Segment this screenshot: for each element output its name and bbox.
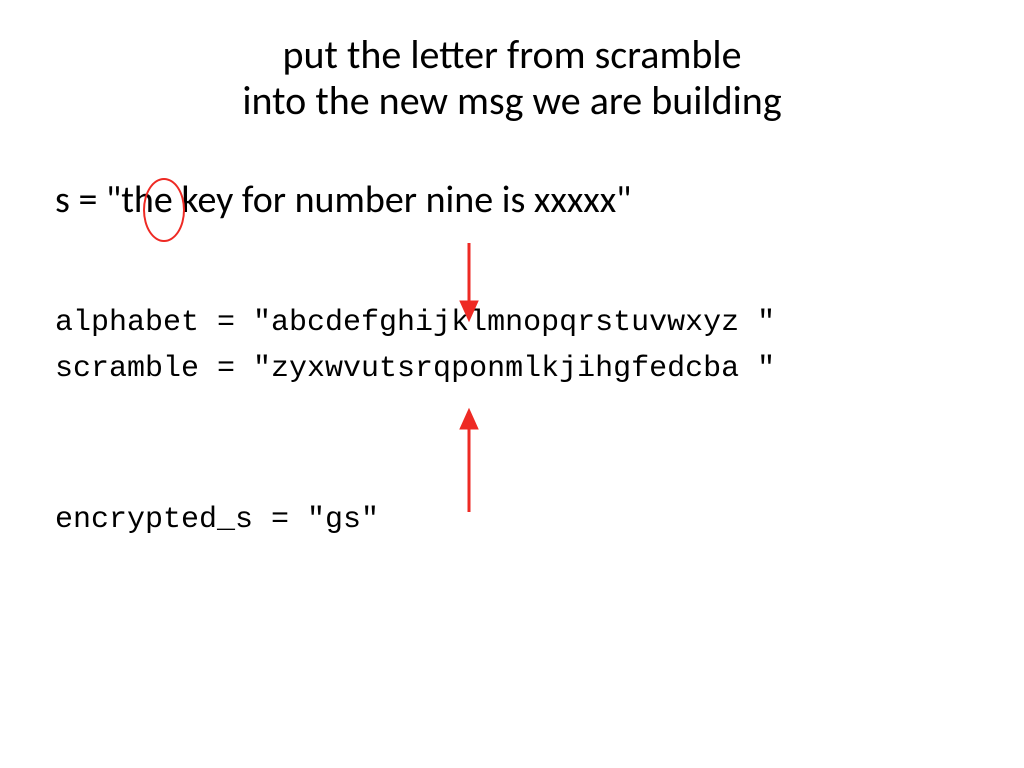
s-assignment: s = "the key for number nine is xxxxx" — [55, 180, 975, 222]
scramble-line: scramble = "zyxwvutsrqponmlkjihgfedcba " — [55, 352, 775, 386]
arrow-up-icon — [454, 407, 484, 512]
encrypted-line: encrypted_s = "gs" — [55, 503, 975, 537]
slide-body: s = "the key for number nine is xxxxx" a… — [55, 180, 975, 537]
code-block: alphabet = "abcdefghijklmnopqrstuvwxyz "… — [55, 300, 975, 393]
title-line-2: into the new msg we are building — [0, 78, 1024, 124]
alphabet-line: alphabet = "abcdefghijklmnopqrstuvwxyz " — [55, 306, 775, 340]
arrow-down-icon — [454, 243, 484, 323]
circle-annotation-icon — [143, 178, 185, 242]
slide: put the letter from scramble into the ne… — [0, 0, 1024, 768]
title-line-1: put the letter from scramble — [0, 32, 1024, 78]
slide-title: put the letter from scramble into the ne… — [0, 32, 1024, 124]
